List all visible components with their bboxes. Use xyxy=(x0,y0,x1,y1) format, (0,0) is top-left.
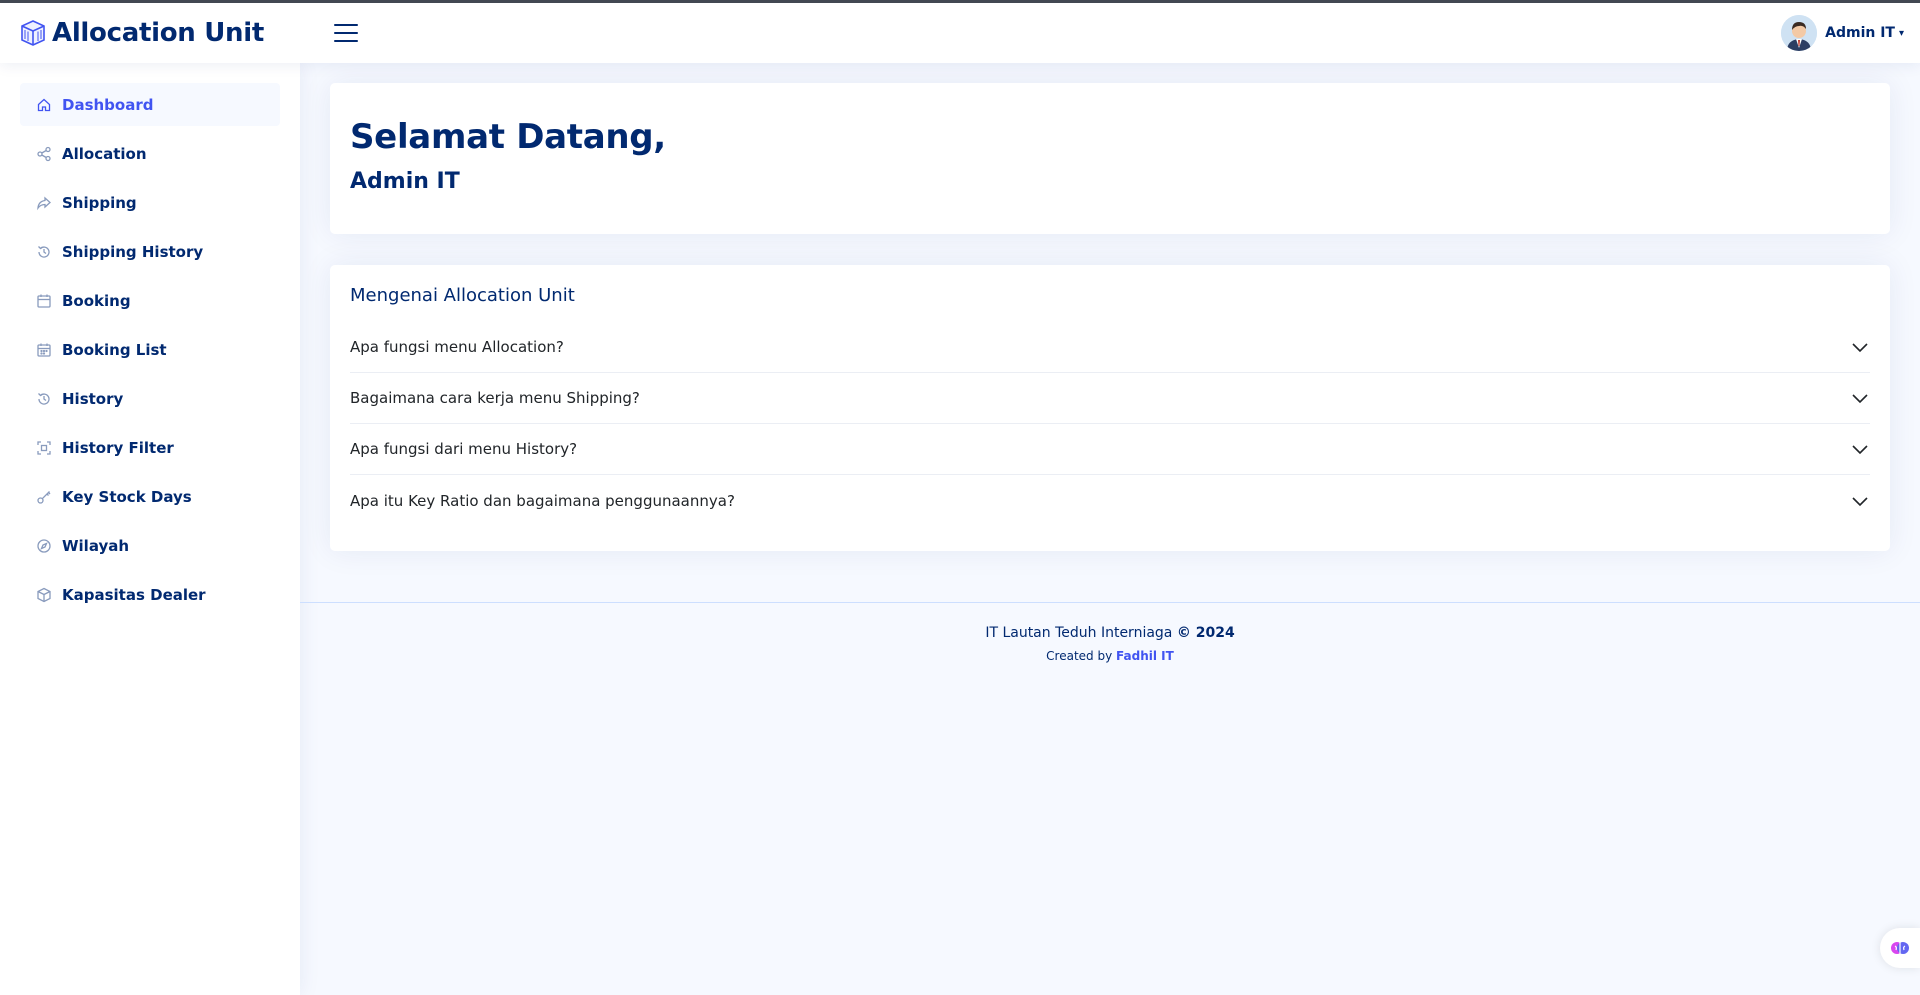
faq-question: Bagaimana cara kerja menu Shipping? xyxy=(350,389,640,407)
sidebar-item-label: Shipping xyxy=(62,193,137,212)
caret-down-icon: ▾ xyxy=(1898,27,1904,39)
key-icon xyxy=(37,490,51,504)
sidebar-item-label: Dashboard xyxy=(62,95,154,114)
box-logo-icon xyxy=(21,20,45,46)
top-header: Allocation Unit Admin IT ▾ xyxy=(0,3,1920,63)
chevron-down-icon xyxy=(1852,445,1868,455)
footer-author-link[interactable]: Fadhil IT xyxy=(1116,649,1174,663)
sidebar: Dashboard Allocation Shipping Shipping H… xyxy=(0,63,300,995)
faq-item-history[interactable]: Apa fungsi dari menu History? xyxy=(350,424,1870,475)
footer-year: © 2024 xyxy=(1176,625,1235,641)
main-content: Selamat Datang, Admin IT Mengenai Alloca… xyxy=(300,63,1920,995)
sidebar-item-label: Key Stock Days xyxy=(62,487,192,506)
footer-company: IT Lautan Teduh Interniaga xyxy=(985,625,1173,641)
about-card: Mengenai Allocation Unit Apa fungsi menu… xyxy=(330,265,1890,551)
faq-item-allocation[interactable]: Apa fungsi menu Allocation? xyxy=(350,322,1870,373)
sidebar-item-shipping-history[interactable]: Shipping History xyxy=(20,230,280,273)
sidebar-item-history-filter[interactable]: History Filter xyxy=(20,426,280,469)
menu-toggle-button[interactable] xyxy=(334,21,358,45)
sidebar-item-wilayah[interactable]: Wilayah xyxy=(20,524,280,567)
footer-created-by: Created by xyxy=(1046,649,1113,663)
avatar-icon xyxy=(1781,15,1818,51)
sidebar-item-allocation[interactable]: Allocation xyxy=(20,132,280,175)
footer-copyright: IT Lautan Teduh Interniaga © 2024 xyxy=(300,625,1920,641)
calendar-grid-icon xyxy=(37,343,51,357)
faq-question: Apa itu Key Ratio dan bagaimana pengguna… xyxy=(350,491,735,510)
avatar xyxy=(1781,15,1818,51)
chevron-down-icon xyxy=(1852,496,1868,506)
welcome-card: Selamat Datang, Admin IT xyxy=(330,83,1890,234)
sidebar-item-booking-list[interactable]: Booking List xyxy=(20,328,280,371)
chevron-down-icon xyxy=(1852,343,1868,353)
hamburger-line xyxy=(334,40,358,42)
forward-icon xyxy=(37,196,51,210)
app-title: Allocation Unit xyxy=(52,18,264,48)
sidebar-item-dashboard[interactable]: Dashboard xyxy=(20,83,280,126)
box-icon xyxy=(37,587,51,602)
footer-credits: Created by Fadhil IT xyxy=(300,649,1920,663)
chevron-down-icon xyxy=(1852,394,1868,404)
sidebar-item-label: Booking List xyxy=(62,340,167,359)
brain-icon xyxy=(1891,942,1909,954)
sidebar-item-shipping[interactable]: Shipping xyxy=(20,181,280,224)
faq-question: Apa fungsi menu Allocation? xyxy=(350,338,564,356)
share-icon xyxy=(37,146,51,161)
history-icon xyxy=(38,392,50,405)
house-icon xyxy=(37,98,51,111)
welcome-user: Admin IT xyxy=(350,169,460,194)
sidebar-item-kapasitas-dealer[interactable]: Kapasitas Dealer xyxy=(20,573,280,616)
profile-dropdown[interactable]: Admin IT ▾ xyxy=(1781,15,1904,51)
sidebar-item-label: Allocation xyxy=(62,144,147,163)
footer: IT Lautan Teduh Interniaga © 2024 Create… xyxy=(300,602,1920,663)
sidebar-item-label: Kapasitas Dealer xyxy=(62,585,206,604)
about-title: Mengenai Allocation Unit xyxy=(350,285,575,306)
hamburger-line xyxy=(334,24,358,26)
sidebar-item-label: History Filter xyxy=(62,438,174,457)
logo[interactable]: Allocation Unit xyxy=(20,18,310,48)
sidebar-item-history[interactable]: History xyxy=(20,377,280,420)
sidebar-item-booking[interactable]: Booking xyxy=(20,279,280,322)
faq-question: Apa fungsi dari menu History? xyxy=(350,440,578,458)
faq-item-shipping[interactable]: Bagaimana cara kerja menu Shipping? xyxy=(350,373,1870,424)
sidebar-item-label: Shipping History xyxy=(62,242,204,261)
calendar-icon xyxy=(37,294,51,308)
filter-icon xyxy=(37,440,51,455)
hamburger-line xyxy=(334,32,358,34)
sidebar-item-label: History xyxy=(62,389,124,408)
sidebar-item-label: Booking xyxy=(62,291,131,310)
history-icon xyxy=(38,245,50,258)
profile-name: Admin IT xyxy=(1825,25,1895,41)
sidebar-item-label: Wilayah xyxy=(62,536,130,555)
floating-assistant-button[interactable] xyxy=(1880,928,1920,968)
compass-icon xyxy=(37,538,51,553)
sidebar-item-key-stock-days[interactable]: Key Stock Days xyxy=(20,475,280,518)
faq-item-key-ratio[interactable]: Apa itu Key Ratio dan bagaimana pengguna… xyxy=(350,475,1870,526)
page-title: Selamat Datang, xyxy=(350,117,666,157)
